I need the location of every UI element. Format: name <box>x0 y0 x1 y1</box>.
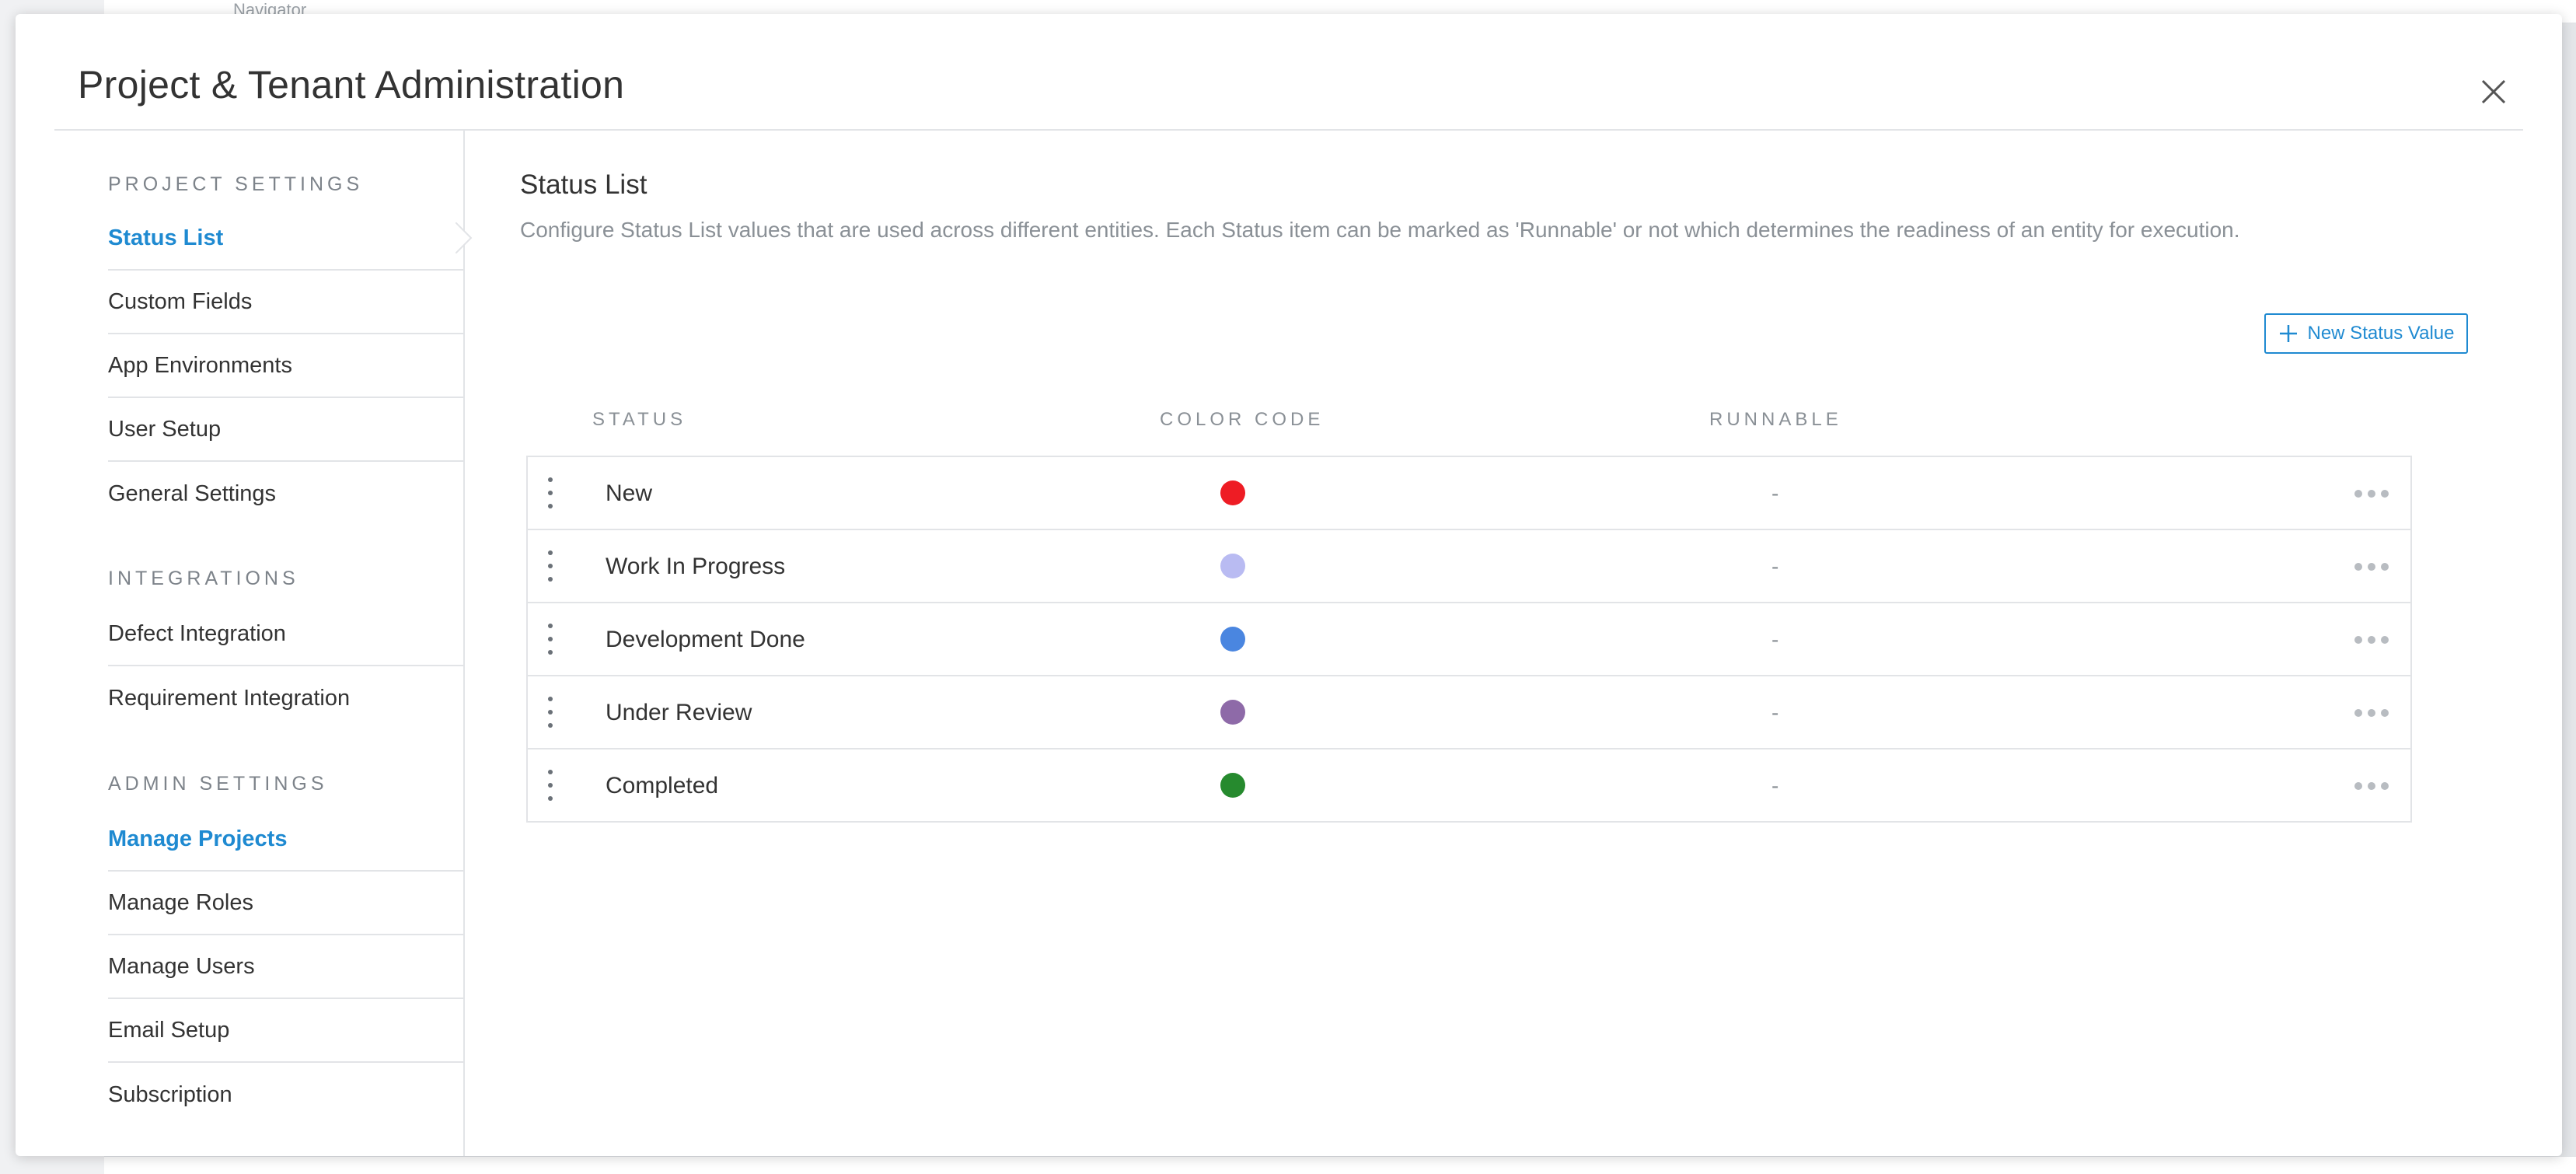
section-title-integrations: INTEGRATIONS <box>108 568 299 589</box>
sidebar-item-subscription[interactable]: Subscription <box>108 1063 463 1127</box>
sidebar-item-email-setup[interactable]: Email Setup <box>108 999 463 1063</box>
more-options-icon[interactable] <box>2354 706 2389 720</box>
new-status-value-button[interactable]: New Status Value <box>2264 313 2468 354</box>
drag-handle-icon[interactable] <box>546 477 554 508</box>
page-title: Status List <box>520 169 647 200</box>
sidebar-item-manage-users[interactable]: Manage Users <box>108 935 463 999</box>
sidebar-item-manage-projects[interactable]: Manage Projects <box>108 808 463 872</box>
table-row[interactable]: Work In Progress - <box>528 530 2410 603</box>
section-title-project-settings: PROJECT SETTINGS <box>108 173 364 195</box>
close-button[interactable] <box>2472 70 2515 114</box>
status-name: Under Review <box>606 700 752 725</box>
admin-modal: Project & Tenant Administration PROJECT … <box>16 14 2562 1156</box>
sidebar-item-requirement-integration[interactable]: Requirement Integration <box>108 666 463 730</box>
more-options-icon[interactable] <box>2354 633 2389 647</box>
column-header-status: STATUS <box>592 409 687 430</box>
status-table: New - Work In Progress - Development Don… <box>526 456 2412 823</box>
table-row[interactable]: Completed - <box>528 749 2410 823</box>
page-description: Configure Status List values that are us… <box>520 218 2240 242</box>
sidebar-item-user-setup[interactable]: User Setup <box>108 398 463 462</box>
column-header-runnable: RUNNABLE <box>1709 409 1842 430</box>
section-title-admin-settings: ADMIN SETTINGS <box>108 773 328 795</box>
sidebar-item-custom-fields[interactable]: Custom Fields <box>108 271 463 334</box>
plus-icon <box>2279 325 2297 342</box>
color-swatch <box>1220 554 1245 578</box>
sidebar-item-manage-roles[interactable]: Manage Roles <box>108 872 463 935</box>
more-options-icon[interactable] <box>2354 560 2389 574</box>
status-name: Work In Progress <box>606 554 786 579</box>
more-options-icon[interactable] <box>2354 487 2389 501</box>
table-row[interactable]: Under Review - <box>528 676 2410 749</box>
new-status-value-label: New Status Value <box>2307 323 2455 344</box>
color-swatch <box>1220 773 1245 798</box>
runnable-value: - <box>1771 554 1779 578</box>
drag-handle-icon[interactable] <box>546 624 554 655</box>
drag-handle-icon[interactable] <box>546 770 554 801</box>
more-options-icon[interactable] <box>2354 779 2389 793</box>
modal-title: Project & Tenant Administration <box>78 63 625 107</box>
runnable-value: - <box>1771 774 1779 798</box>
runnable-value: - <box>1771 701 1779 725</box>
status-name: Development Done <box>606 627 805 652</box>
column-header-color-code: COLOR CODE <box>1160 409 1325 430</box>
active-indicator <box>456 222 473 253</box>
status-name: Completed <box>606 773 719 798</box>
sidebar-item-general-settings[interactable]: General Settings <box>108 462 463 526</box>
drag-handle-icon[interactable] <box>546 697 554 728</box>
table-row[interactable]: Development Done - <box>528 603 2410 676</box>
sidebar-item-defect-integration[interactable]: Defect Integration <box>108 603 463 666</box>
color-swatch <box>1220 480 1245 505</box>
runnable-value: - <box>1771 627 1779 652</box>
color-swatch <box>1220 627 1245 652</box>
table-row[interactable]: New - <box>528 457 2410 530</box>
status-name: New <box>606 480 653 506</box>
sidebar-item-status-list[interactable]: Status List <box>108 207 463 271</box>
runnable-value: - <box>1771 481 1779 505</box>
drag-handle-icon[interactable] <box>546 550 554 582</box>
settings-sidebar: PROJECT SETTINGS Status List Custom Fiel… <box>16 131 473 1156</box>
background-bottom <box>104 1157 2576 1174</box>
color-swatch <box>1220 700 1245 725</box>
sidebar-item-app-environments[interactable]: App Environments <box>108 334 463 398</box>
close-icon <box>2481 79 2506 104</box>
